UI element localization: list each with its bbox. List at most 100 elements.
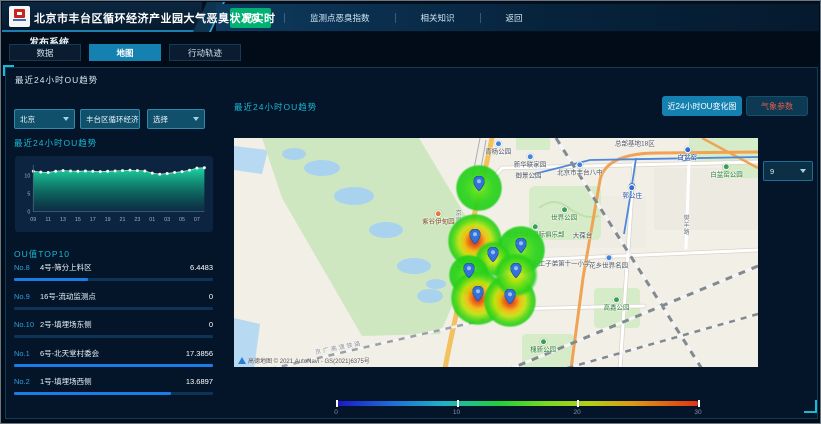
rank-label: No.1 bbox=[14, 349, 40, 358]
header-bar: 北京市丰台区循环经济产业园大气恶臭状况实时 首页 监测点恶臭指数 相关知识 返回 bbox=[2, 2, 819, 32]
list-item: No.16号-北天堂村委会17.3856 bbox=[14, 348, 213, 377]
rank-label: No.8 bbox=[14, 263, 40, 272]
site-label: 16号-流动监测点 bbox=[40, 291, 209, 302]
nav-item-odor-index[interactable]: 监测点恶臭指数 bbox=[298, 8, 382, 28]
progress-track bbox=[14, 307, 213, 310]
map-pin-icon[interactable] bbox=[474, 176, 485, 191]
ou-top-list: No.84号-筛分上料区6.4483 No.916号-流动监测点0 No.102… bbox=[14, 262, 213, 405]
trend-chart: 0510091113151719212301030507 bbox=[15, 156, 213, 232]
ou-value: 0 bbox=[209, 292, 213, 301]
top-nav: 首页 监测点恶臭指数 相关知识 返回 bbox=[216, 4, 819, 31]
heatmap-layer bbox=[234, 138, 758, 367]
app-window: 北京市丰台区循环经济产业园大气恶臭状况实时 首页 监测点恶臭指数 相关知识 返回… bbox=[0, 0, 821, 424]
list-item: No.84号-筛分上料区6.4483 bbox=[14, 262, 213, 291]
svg-text:17: 17 bbox=[90, 217, 96, 223]
panel-corner-accent bbox=[804, 400, 817, 413]
svg-text:10: 10 bbox=[24, 174, 30, 180]
tab-map[interactable]: 地图 bbox=[89, 44, 161, 61]
region-select[interactable]: 北京 bbox=[14, 109, 75, 129]
scale-tick-label: 0 bbox=[334, 409, 338, 416]
svg-text:23: 23 bbox=[134, 217, 140, 223]
map-pin-icon[interactable] bbox=[470, 229, 481, 244]
ou-change-map-button[interactable]: 近24小时OU变化图 bbox=[662, 96, 742, 116]
logo-mark-icon bbox=[14, 9, 25, 18]
scale-mark bbox=[336, 400, 338, 407]
ou-value: 0 bbox=[209, 320, 213, 329]
svg-text:07: 07 bbox=[194, 217, 200, 223]
logo-caption bbox=[13, 19, 26, 21]
color-scale-bar bbox=[336, 401, 698, 406]
svg-text:5: 5 bbox=[27, 191, 30, 197]
rank-label: No.10 bbox=[14, 320, 40, 329]
svg-text:03: 03 bbox=[164, 217, 170, 223]
ou-top-list-title: OU值TOP10 bbox=[14, 248, 70, 260]
progress-track bbox=[14, 392, 213, 395]
map-pin-icon[interactable] bbox=[488, 247, 499, 262]
map-pin-icon[interactable] bbox=[463, 263, 474, 278]
amap-logo-icon bbox=[238, 357, 246, 364]
trend-chart-title: 最近24小时OU趋势 bbox=[14, 137, 97, 149]
rank-label: No.9 bbox=[14, 292, 40, 301]
scale-mark bbox=[577, 400, 579, 407]
site-label: 1号-填埋场西侧 bbox=[40, 376, 186, 387]
scale-mark bbox=[698, 400, 700, 407]
svg-text:01: 01 bbox=[149, 217, 155, 223]
site-label: 4号-筛分上料区 bbox=[40, 262, 190, 273]
progress-track bbox=[14, 335, 213, 338]
svg-text:0: 0 bbox=[27, 209, 30, 215]
hour-select-value: 9 bbox=[770, 167, 774, 176]
nav-item-knowledge[interactable]: 相关知识 bbox=[409, 8, 467, 28]
svg-text:21: 21 bbox=[120, 217, 126, 223]
map-attribution: 高德地图 © 2021 AutoNavi - GS(2021)6375号 bbox=[238, 356, 370, 365]
logo bbox=[9, 6, 30, 27]
progress-fill bbox=[14, 392, 171, 395]
page-title: 北京市丰台区循环经济产业园大气恶臭状况实时 bbox=[34, 10, 276, 26]
map[interactable]: 青杨公园新华联家园总部基地18区御景公园北京市丰台八中白盆窑白盆窑公园郭公庄世界… bbox=[234, 138, 758, 367]
nav-separator bbox=[395, 13, 396, 23]
scale-tick-label: 20 bbox=[573, 409, 580, 416]
svg-text:13: 13 bbox=[60, 217, 66, 223]
chevron-down-icon bbox=[63, 117, 69, 121]
svg-text:15: 15 bbox=[75, 217, 81, 223]
ou-value: 17.3856 bbox=[186, 349, 213, 358]
chevron-down-icon bbox=[800, 169, 806, 173]
ou-color-scale: 0 10 20 30 bbox=[336, 401, 698, 417]
scale-tick-label: 30 bbox=[694, 409, 701, 416]
park-select-value: 丰台区循环经济产 bbox=[86, 114, 140, 125]
panel-title: 最近24小时OU趋势 bbox=[15, 74, 98, 86]
scale-mark bbox=[457, 400, 459, 407]
svg-text:05: 05 bbox=[179, 217, 185, 223]
hour-select[interactable]: 9 bbox=[763, 161, 813, 181]
list-item: No.916号-流动监测点0 bbox=[14, 291, 213, 320]
list-item: No.102号-填埋场东侧0 bbox=[14, 319, 213, 348]
nav-item-back[interactable]: 返回 bbox=[494, 8, 535, 28]
trend-chart-svg: 0510091113151719212301030507 bbox=[17, 159, 209, 229]
nav-separator bbox=[284, 13, 285, 23]
point-select[interactable]: 选择 bbox=[147, 109, 205, 129]
ou-value: 6.4483 bbox=[190, 263, 213, 272]
map-pin-icon[interactable] bbox=[516, 238, 527, 253]
map-pin-icon[interactable] bbox=[473, 286, 484, 301]
map-pin-icon[interactable] bbox=[510, 263, 521, 278]
ou-value: 13.6897 bbox=[186, 377, 213, 386]
scale-tick-label: 10 bbox=[453, 409, 460, 416]
weather-params-button[interactable]: 气象参数 bbox=[746, 96, 808, 116]
progress-track bbox=[14, 278, 213, 281]
panel-corner-accent bbox=[3, 65, 14, 76]
svg-text:19: 19 bbox=[105, 217, 111, 223]
progress-fill bbox=[14, 364, 213, 367]
progress-track bbox=[14, 364, 213, 367]
map-section-title: 最近24小时OU趋势 bbox=[234, 101, 317, 113]
map-pin-icon[interactable] bbox=[504, 289, 515, 304]
rank-label: No.2 bbox=[14, 377, 40, 386]
site-label: 6号-北天堂村委会 bbox=[40, 348, 186, 359]
tab-data[interactable]: 数据 bbox=[9, 44, 81, 61]
region-select-value: 北京 bbox=[20, 114, 35, 125]
chevron-down-icon bbox=[193, 117, 199, 121]
tab-track[interactable]: 行动轨迹 bbox=[169, 44, 241, 61]
site-label: 2号-填埋场东侧 bbox=[40, 319, 209, 330]
nav-separator bbox=[480, 13, 481, 23]
park-select[interactable]: 丰台区循环经济产 bbox=[80, 109, 140, 129]
list-item: No.21号-填埋场西侧13.6897 bbox=[14, 376, 213, 405]
svg-text:09: 09 bbox=[30, 217, 36, 223]
